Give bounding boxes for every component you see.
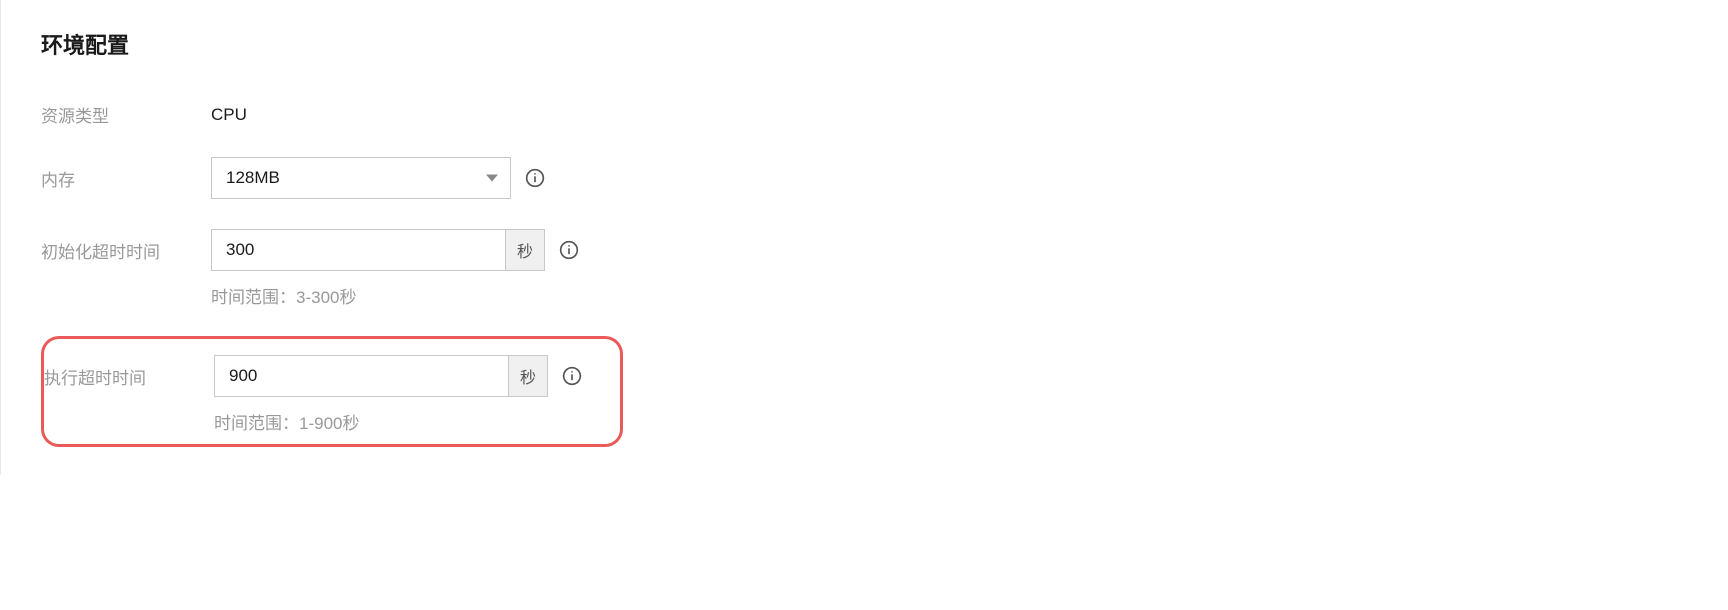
row-resource-type: 资源类型 CPU [41, 102, 1728, 127]
resource-type-value: CPU [211, 105, 247, 125]
exec-timeout-input-group: 秒 [214, 355, 548, 397]
init-timeout-hint-row: 时间范围：3-300秒 [41, 283, 1728, 308]
memory-select-value: 128MB [226, 168, 280, 188]
info-icon[interactable] [525, 168, 545, 188]
exec-timeout-hint-row: 时间范围：1-900秒 [44, 409, 620, 434]
row-exec-timeout: 执行超时时间 秒 [44, 355, 620, 397]
row-memory: 内存 128MB [41, 157, 1728, 199]
init-timeout-input-group: 秒 [211, 229, 545, 271]
chevron-down-icon [486, 175, 498, 182]
exec-timeout-highlight: 执行超时时间 秒 时间范围：1-900秒 [41, 336, 623, 447]
exec-timeout-unit: 秒 [508, 355, 548, 397]
init-timeout-label: 初始化超时时间 [41, 238, 211, 263]
info-icon[interactable] [559, 240, 579, 260]
section-title: 环境配置 [41, 28, 1728, 60]
init-timeout-unit: 秒 [505, 229, 545, 271]
memory-label: 内存 [41, 166, 211, 191]
init-timeout-hint: 时间范围：3-300秒 [211, 283, 356, 308]
resource-type-label: 资源类型 [41, 102, 211, 127]
init-timeout-input[interactable] [211, 229, 505, 271]
exec-timeout-label: 执行超时时间 [44, 364, 214, 389]
exec-timeout-input[interactable] [214, 355, 508, 397]
row-init-timeout: 初始化超时时间 秒 [41, 229, 1728, 271]
info-icon[interactable] [562, 366, 582, 386]
exec-timeout-hint: 时间范围：1-900秒 [214, 409, 359, 434]
memory-select[interactable]: 128MB [211, 157, 511, 199]
